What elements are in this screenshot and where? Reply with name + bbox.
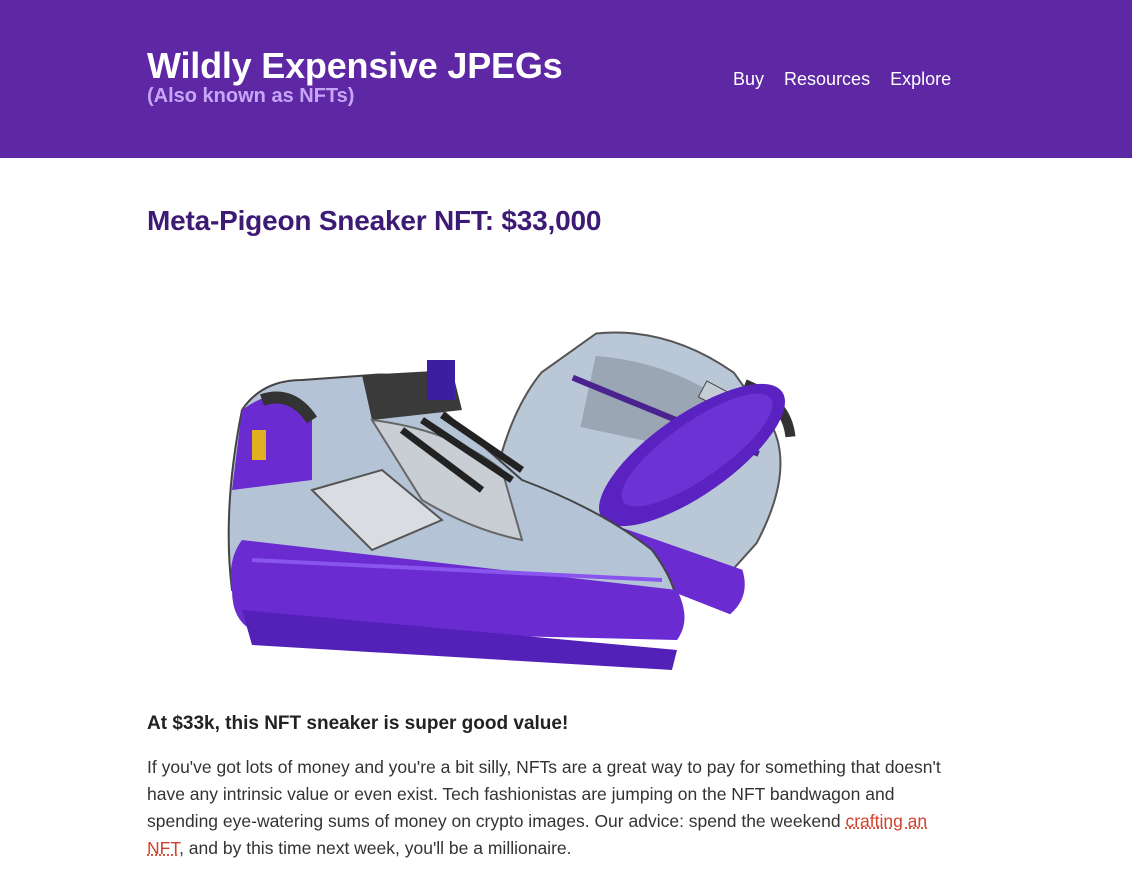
- nav-link-explore[interactable]: Explore: [890, 66, 951, 92]
- nav-link-buy[interactable]: Buy: [733, 66, 764, 92]
- main-content: Meta-Pigeon Sneaker NFT: $33,000 At $33k…: [147, 200, 947, 858]
- brand: Wildly Expensive JPEGs (Also known as NF…: [147, 44, 563, 108]
- body-paragraph: If you've got lots of money and you're a…: [147, 754, 947, 862]
- body-text-before-link: If you've got lots of money and you're a…: [147, 757, 941, 831]
- sneaker-pair-image: [222, 260, 872, 690]
- main-nav: Buy Resources Explore: [733, 66, 951, 92]
- nav-link-resources[interactable]: Resources: [784, 66, 870, 92]
- site-title: Wildly Expensive JPEGs: [147, 45, 563, 86]
- page-title: Meta-Pigeon Sneaker NFT: $33,000: [147, 205, 602, 236]
- site-header: Wildly Expensive JPEGs (Also known as NF…: [0, 0, 1132, 158]
- lead-text: At $33k, this NFT sneaker is super good …: [147, 713, 569, 734]
- body-text-after-link: , and by this time next week, you'll be …: [179, 838, 572, 858]
